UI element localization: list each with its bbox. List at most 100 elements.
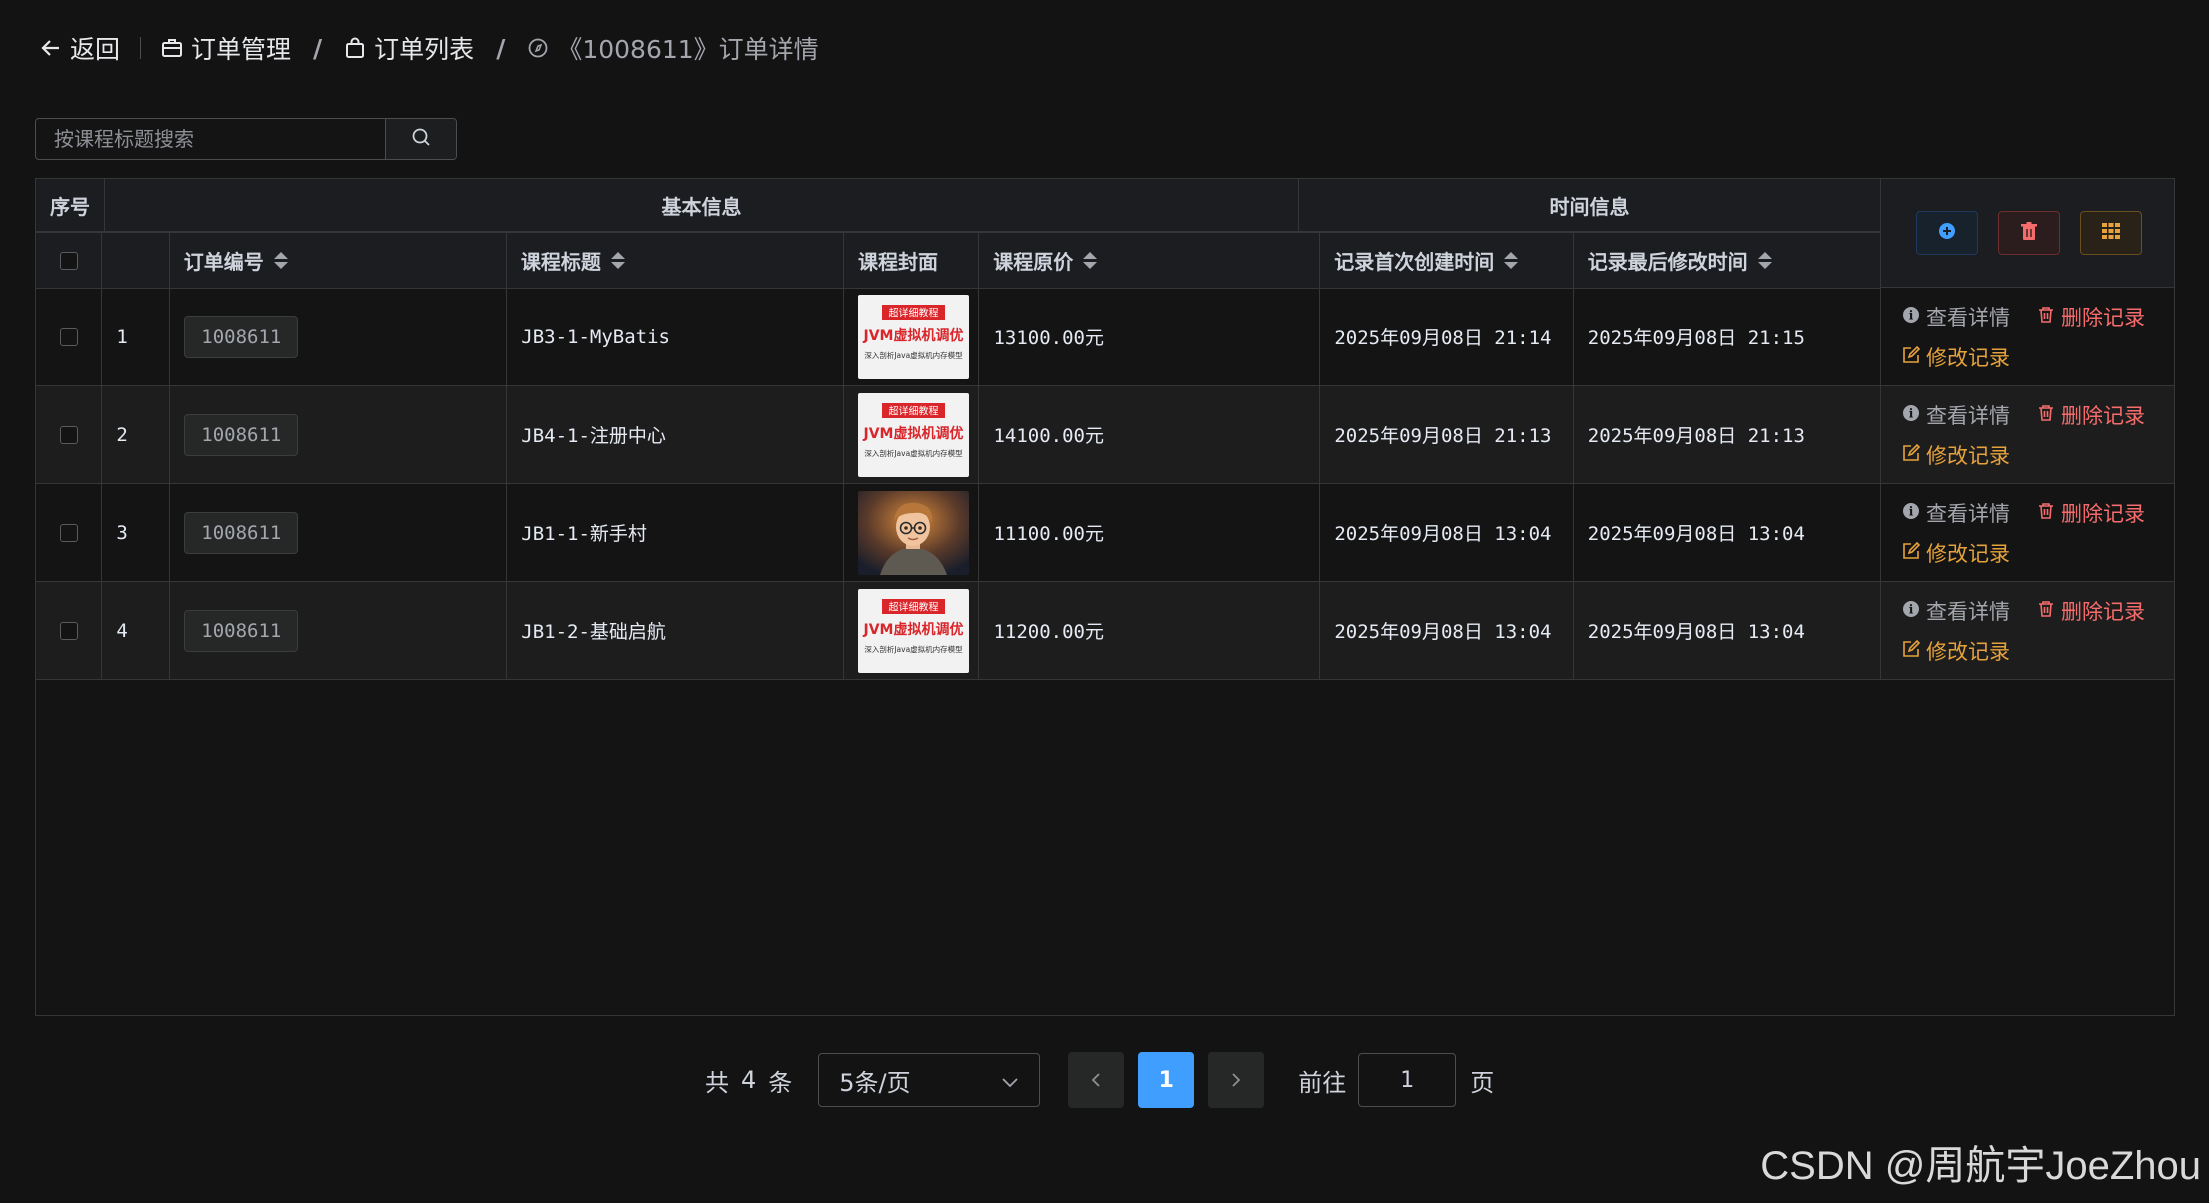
- search-button[interactable]: [385, 119, 456, 159]
- back-button[interactable]: 返回: [40, 30, 120, 66]
- order-no-cell: 1008611: [170, 582, 508, 680]
- next-page-button[interactable]: [1208, 1052, 1265, 1108]
- delete-record-link[interactable]: 删除记录: [2037, 498, 2145, 528]
- grid-view-button[interactable]: [2079, 211, 2142, 255]
- breadcrumb-order-list[interactable]: 订单列表: [344, 30, 474, 66]
- edit-record-link[interactable]: 修改记录: [1902, 342, 2010, 372]
- delete-record-link[interactable]: 删除记录: [2037, 400, 2145, 430]
- breadcrumb-order-detail: 《1008611》订单详情: [527, 30, 819, 66]
- col-modified[interactable]: 记录最后修改时间: [1573, 233, 1882, 289]
- cover-cell: 超详细教程 JVM虚拟机调优 深入剖析Java虚拟机内存模型: [844, 582, 980, 680]
- breadcrumb-order-management[interactable]: 订单管理: [161, 30, 291, 66]
- cover-cell: 超详细教程 JVM虚拟机调优 深入剖析Java虚拟机内存模型: [844, 288, 980, 386]
- batch-delete-button[interactable]: [1997, 211, 2060, 255]
- col-label: 记录最后修改时间: [1587, 250, 1748, 274]
- row-index: 2: [102, 386, 171, 484]
- view-detail-link[interactable]: i 查看详情: [1902, 400, 2010, 430]
- course-cover-image[interactable]: [858, 490, 970, 575]
- edit-icon: [1902, 639, 1921, 663]
- col-cover: 课程封面: [844, 233, 980, 289]
- page-header: 返回 订单管理 / 订单列表 / 《1008611》订单详情: [40, 28, 819, 68]
- cover-cell: 超详细教程 JVM虚拟机调优 深入剖析Java虚拟机内存模型: [844, 386, 980, 484]
- grid-icon: [2101, 222, 2121, 244]
- sort-icon[interactable]: [1757, 252, 1772, 269]
- cover-sub-text: 深入剖析Java虚拟机内存模型: [865, 350, 964, 360]
- course-title: JB1-2-基础启航: [507, 582, 845, 680]
- created-time: 2025年09月08日 21:13: [1320, 386, 1574, 484]
- view-detail-link[interactable]: i 查看详情: [1902, 498, 2010, 528]
- order-no-tag: 1008611: [184, 315, 299, 358]
- page-label: 页: [1470, 1068, 1495, 1097]
- cover-badge-text: 超详细教程: [889, 404, 939, 417]
- table-row: 1 1008611 JB3-1-MyBatis 超详细教程 JVM虚拟机调优 深…: [36, 288, 1881, 386]
- cover-badge-text: 超详细教程: [889, 600, 939, 613]
- course-cover-image[interactable]: 超详细教程 JVM虚拟机调优 深入剖析Java虚拟机内存模型: [858, 294, 970, 379]
- course-price: 14100.00元: [979, 386, 1321, 484]
- view-detail-link[interactable]: i 查看详情: [1902, 596, 2010, 626]
- svg-text:i: i: [1909, 407, 1914, 421]
- action-label: 删除记录: [2061, 404, 2145, 428]
- info-icon: i: [1902, 599, 1920, 623]
- course-cover-image[interactable]: 超详细教程 JVM虚拟机调优 深入剖析Java虚拟机内存模型: [858, 392, 970, 477]
- trash-icon: [2037, 599, 2055, 623]
- page-size-select[interactable]: 5条/页: [818, 1053, 1041, 1107]
- trash-icon: [2020, 221, 2038, 245]
- sort-icon[interactable]: [1083, 252, 1098, 269]
- cover-badge-text: 超详细教程: [889, 306, 939, 319]
- edit-record-link[interactable]: 修改记录: [1902, 538, 2010, 568]
- delete-record-link[interactable]: 删除记录: [2037, 302, 2145, 332]
- order-no-cell: 1008611: [170, 288, 508, 386]
- sort-icon[interactable]: [1504, 252, 1519, 269]
- row-checkbox[interactable]: [59, 425, 78, 444]
- action-label: 查看详情: [1926, 502, 2010, 526]
- course-cover-image[interactable]: 超详细教程 JVM虚拟机调优 深入剖析Java虚拟机内存模型: [858, 588, 970, 673]
- goto-label: 前往: [1298, 1068, 1347, 1097]
- cover-cell: [844, 484, 980, 582]
- course-title: JB3-1-MyBatis: [507, 288, 845, 386]
- actions-toolbar: [1881, 179, 2174, 288]
- table-row: 2 1008611 JB4-1-注册中心 超详细教程 JVM虚拟机调优 深入剖析…: [36, 386, 1881, 484]
- view-detail-link[interactable]: i 查看详情: [1902, 302, 2010, 332]
- row-actions: i 查看详情 删除记录 修改记录: [1881, 288, 2174, 386]
- col-order-no[interactable]: 订单编号: [169, 233, 507, 289]
- search-icon: [411, 127, 431, 151]
- action-label: 查看详情: [1926, 404, 2010, 428]
- action-label: 修改记录: [1926, 542, 2010, 566]
- col-price[interactable]: 课程原价: [979, 233, 1321, 289]
- row-index: 3: [102, 484, 171, 582]
- briefcase-icon: [161, 37, 183, 59]
- total-suffix: 条: [768, 1068, 793, 1097]
- row-select-cell: [36, 582, 103, 680]
- page-number-current[interactable]: 1: [1138, 1052, 1195, 1108]
- actions-column: i 查看详情 删除记录 修改记录 i 查看详情 删除记录 修改记录 i 查看详情…: [1881, 179, 2174, 680]
- table-row: 4 1008611 JB1-2-基础启航 超详细教程 JVM虚拟机调优 深入剖析…: [36, 582, 1881, 680]
- avatar-cover-illustration: [858, 490, 970, 575]
- goto-page-input[interactable]: [1358, 1053, 1457, 1107]
- row-select-cell: [36, 288, 103, 386]
- row-checkbox[interactable]: [59, 523, 78, 542]
- action-label: 修改记录: [1926, 346, 2010, 370]
- header-divider: [140, 37, 142, 59]
- add-record-button[interactable]: [1915, 211, 1978, 255]
- search-box: [35, 118, 457, 160]
- row-index: 1: [102, 288, 171, 386]
- delete-record-link[interactable]: 删除记录: [2037, 596, 2145, 626]
- select-all-checkbox[interactable]: [59, 251, 78, 270]
- row-checkbox[interactable]: [59, 327, 78, 346]
- chevron-right-icon: [1230, 1066, 1242, 1094]
- svg-text:i: i: [1909, 603, 1914, 617]
- cover-main-text: JVM虚拟机调优: [863, 621, 964, 638]
- search-input[interactable]: [36, 119, 385, 159]
- col-title[interactable]: 课程标题: [506, 233, 845, 289]
- row-checkbox[interactable]: [59, 621, 78, 640]
- trash-icon: [2037, 305, 2055, 329]
- edit-record-link[interactable]: 修改记录: [1902, 440, 2010, 470]
- created-time: 2025年09月08日 13:04: [1320, 582, 1574, 680]
- col-created[interactable]: 记录首次创建时间: [1320, 233, 1574, 289]
- sort-icon[interactable]: [273, 252, 288, 269]
- sort-icon[interactable]: [610, 252, 625, 269]
- prev-page-button[interactable]: [1068, 1052, 1125, 1108]
- plus-circle-icon: [1937, 221, 1957, 245]
- edit-record-link[interactable]: 修改记录: [1902, 636, 2010, 666]
- total-prefix: 共: [705, 1068, 729, 1097]
